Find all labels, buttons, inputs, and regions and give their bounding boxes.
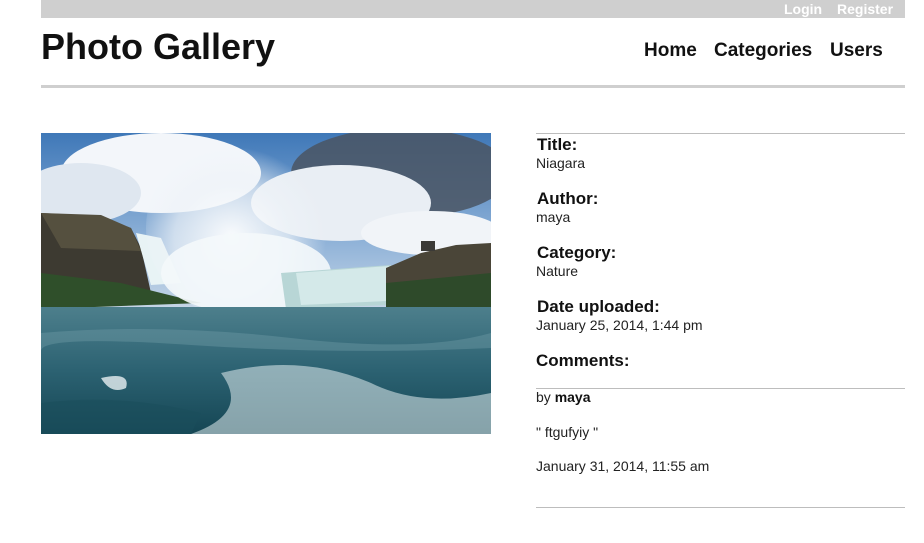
date-uploaded-value: January 25, 2014, 1:44 pm — [536, 317, 703, 333]
comment-date: January 31, 2014, 11:55 am — [536, 458, 710, 474]
comment-body: " ftgufyiy " — [536, 424, 599, 440]
comment-by-prefix: by — [536, 389, 551, 405]
title-label: Title: — [537, 135, 578, 154]
register-link[interactable]: Register — [837, 1, 893, 17]
waterfall-photo — [41, 133, 491, 434]
header-divider — [41, 85, 905, 88]
nav-categories-link[interactable]: Categories — [714, 40, 812, 62]
comment-author: maya — [554, 389, 591, 405]
comment-byline: by maya — [536, 389, 591, 405]
comments-label: Comments: — [536, 351, 630, 370]
comment-divider-top — [536, 388, 905, 389]
title-value: Niagara — [536, 155, 586, 171]
author-value: maya — [536, 209, 571, 225]
date-uploaded-label: Date uploaded: — [537, 297, 660, 316]
category-label: Category: — [537, 243, 617, 262]
comment-divider-bottom — [536, 507, 905, 508]
login-link[interactable]: Login — [784, 1, 822, 17]
category-value: Nature — [536, 263, 579, 279]
site-title[interactable]: Photo Gallery — [41, 26, 275, 68]
photo-details: Title: Niagara Author: maya Category: Na… — [536, 133, 905, 370]
nav-home-link[interactable]: Home — [644, 40, 697, 62]
author-label: Author: — [537, 189, 599, 208]
nav-users-link[interactable]: Users — [830, 40, 883, 62]
top-bar: Login Register — [41, 0, 905, 18]
